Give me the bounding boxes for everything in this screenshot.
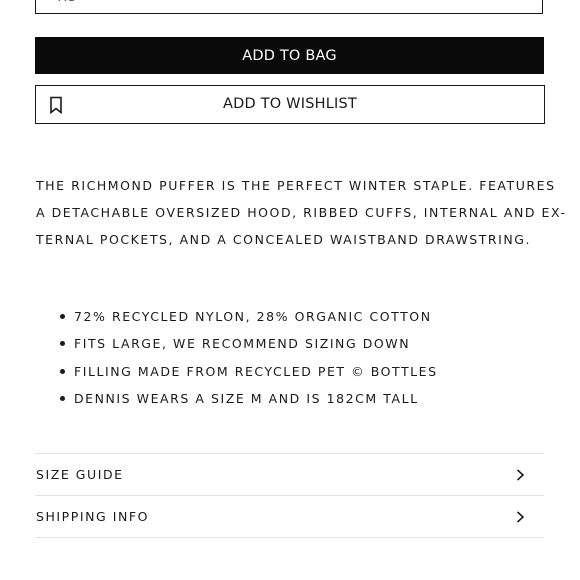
add-to-wishlist-label: ADD TO WISHLIST bbox=[223, 96, 357, 112]
size-select[interactable]: XS bbox=[35, 0, 543, 14]
add-to-bag-button[interactable]: ADD TO BAG bbox=[35, 37, 544, 74]
bullet-icon bbox=[60, 341, 65, 347]
feature-list-item: 72% RECYCLED NYLON, 28% ORGANIC COTTON bbox=[60, 303, 438, 330]
chevron-right-icon bbox=[516, 469, 525, 481]
feature-list: 72% RECYCLED NYLON, 28% ORGANIC COTTON F… bbox=[60, 303, 438, 412]
chevron-down-icon bbox=[508, 0, 522, 3]
feature-text: FILLING MADE FROM RECYCLED PET © BOTTLES bbox=[74, 363, 438, 379]
size-guide-row[interactable]: SIZE GUIDE bbox=[35, 454, 544, 495]
bullet-icon bbox=[60, 314, 65, 319]
add-to-wishlist-button[interactable]: ADD TO WISHLIST bbox=[35, 85, 545, 124]
divider bbox=[35, 537, 544, 538]
feature-list-item: FILLING MADE FROM RECYCLED PET © BOTTLES bbox=[60, 358, 438, 385]
feature-text: DENNIS WEARS A SIZE M AND IS 182CM TALL bbox=[74, 390, 419, 406]
chevron-right-icon bbox=[516, 511, 525, 523]
feature-list-item: DENNIS WEARS A SIZE M AND IS 182CM TALL bbox=[60, 385, 438, 412]
feature-text: 72% RECYCLED NYLON, 28% ORGANIC COTTON bbox=[74, 309, 432, 324]
size-select-value: XS bbox=[58, 0, 77, 5]
bullet-icon bbox=[60, 368, 65, 374]
feature-list-item: FITS LARGE, WE RECOMMEND SIZING DOWN bbox=[60, 330, 438, 357]
shipping-info-row[interactable]: SHIPPING INFO bbox=[35, 496, 544, 537]
size-guide-label: SIZE GUIDE bbox=[36, 467, 124, 482]
description-line: A DETACHABLE OVERSIZED HOOD, RIBBED CUFF… bbox=[36, 205, 567, 220]
product-description: THE RICHMOND PUFFER IS THE PERFECT WINTE… bbox=[36, 172, 567, 253]
shipping-info-label: SHIPPING INFO bbox=[36, 509, 150, 524]
description-line: TERNAL POCKETS, AND A CONCEALED WAISTBAN… bbox=[36, 232, 532, 247]
feature-text: FITS LARGE, WE RECOMMEND SIZING DOWN bbox=[74, 336, 411, 352]
description-line: THE RICHMOND PUFFER IS THE PERFECT WINTE… bbox=[36, 178, 556, 193]
bullet-icon bbox=[60, 395, 65, 401]
